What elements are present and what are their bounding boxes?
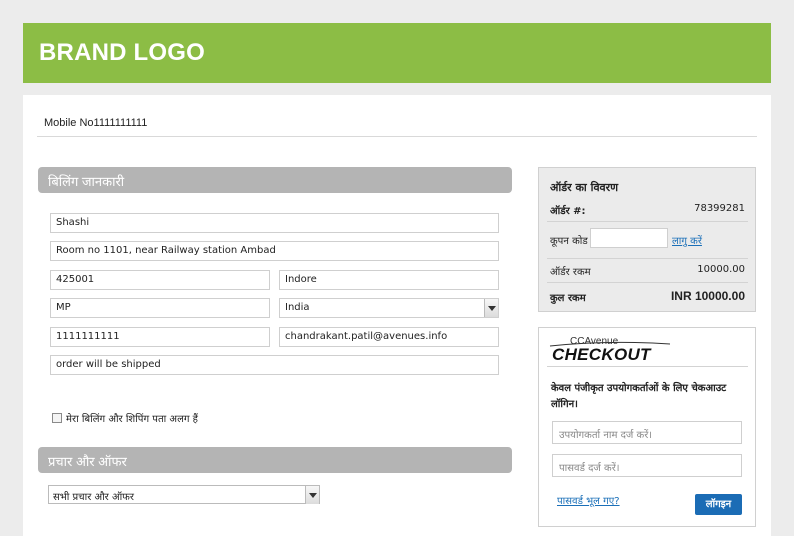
login-button[interactable]: लॉगइन [695, 494, 742, 515]
divider [547, 221, 748, 222]
order-amount-value: 10000.00 [697, 264, 745, 275]
divider [547, 282, 748, 283]
billing-address-input[interactable]: Room no 1101, near Railway station Ambad [50, 241, 499, 261]
order-total-row: कुल रकम INR 10000.00 [550, 289, 745, 304]
promo-select-value: सभी प्रचार और ऑफर [53, 492, 134, 503]
login-note: केवल पंजीकृत उपयोगकर्ताओं के लिए चेकआउट … [551, 383, 727, 410]
ccavenue-checkout-logo: CCAvenue CHECKOUT [548, 336, 673, 364]
main-panel: Mobile No1111111111 बिलिंग जानकारी Shash… [23, 95, 771, 536]
different-shipping-label: मेरा बिलिंग और शिपिंग पता अलग हैं [66, 414, 198, 425]
promo-section-header[interactable]: प्रचार और ऑफर [38, 447, 512, 473]
coupon-label: कूपन कोड [550, 236, 588, 247]
billing-email-input[interactable]: chandrakant.patil@avenues.info [279, 327, 499, 347]
coupon-apply-wrap: लागु करें [672, 233, 732, 247]
billing-zip-input[interactable]: 425001 [50, 270, 270, 290]
order-summary-title: ऑर्डर का विवरण [550, 181, 619, 194]
forgot-password-link[interactable]: पासवर्ड भूल गए? [557, 493, 620, 507]
billing-notes-input[interactable]: order will be shipped [50, 355, 499, 375]
order-summary: ऑर्डर का विवरण ऑर्डर #: 78399281 कूपन को… [538, 167, 756, 312]
billing-country-select[interactable]: India [279, 298, 499, 318]
mobile-number: Mobile No1111111111 [44, 117, 148, 129]
header-bar: BRAND LOGO [23, 23, 771, 83]
username-input[interactable]: उपयोगकर्ता नाम दर्ज करें। [552, 421, 742, 444]
order-total-label: कुल रकम [550, 293, 586, 304]
billing-country-value: India [285, 302, 310, 313]
different-shipping-checkbox[interactable] [52, 413, 62, 423]
billing-phone-input[interactable]: 1111111111 [50, 327, 270, 347]
checkout-login-panel: CCAvenue CHECKOUT केवल पंजीकृत उपयोगकर्त… [538, 327, 756, 527]
ccavenue-brand-bottom: CHECKOUT [552, 345, 651, 364]
divider [547, 366, 748, 367]
coupon-input[interactable] [590, 228, 668, 248]
password-input[interactable]: पासवर्ड दर्ज करें। [552, 454, 742, 477]
divider [37, 136, 757, 137]
order-number-value: 78399281 [694, 203, 745, 214]
order-amount-label: ऑर्डर रकम [550, 267, 591, 278]
chevron-down-icon[interactable] [305, 486, 319, 504]
billing-city-input[interactable]: Indore [279, 270, 499, 290]
brand-logo: BRAND LOGO [39, 39, 205, 66]
billing-section-header[interactable]: बिलिंग जानकारी [38, 167, 512, 193]
order-number-label: ऑर्डर #: [550, 206, 586, 217]
chevron-down-icon[interactable] [484, 299, 498, 317]
order-amount-row: ऑर्डर रकम 10000.00 [550, 264, 745, 278]
billing-state-input[interactable]: MP [50, 298, 270, 318]
coupon-apply-link[interactable]: लागु करें [672, 236, 702, 247]
billing-name-input[interactable]: Shashi [50, 213, 499, 233]
promo-select[interactable]: सभी प्रचार और ऑफर [48, 485, 320, 504]
order-number-row: ऑर्डर #: 78399281 [550, 203, 745, 217]
order-total-value: INR 10000.00 [670, 289, 745, 303]
divider [547, 258, 748, 259]
